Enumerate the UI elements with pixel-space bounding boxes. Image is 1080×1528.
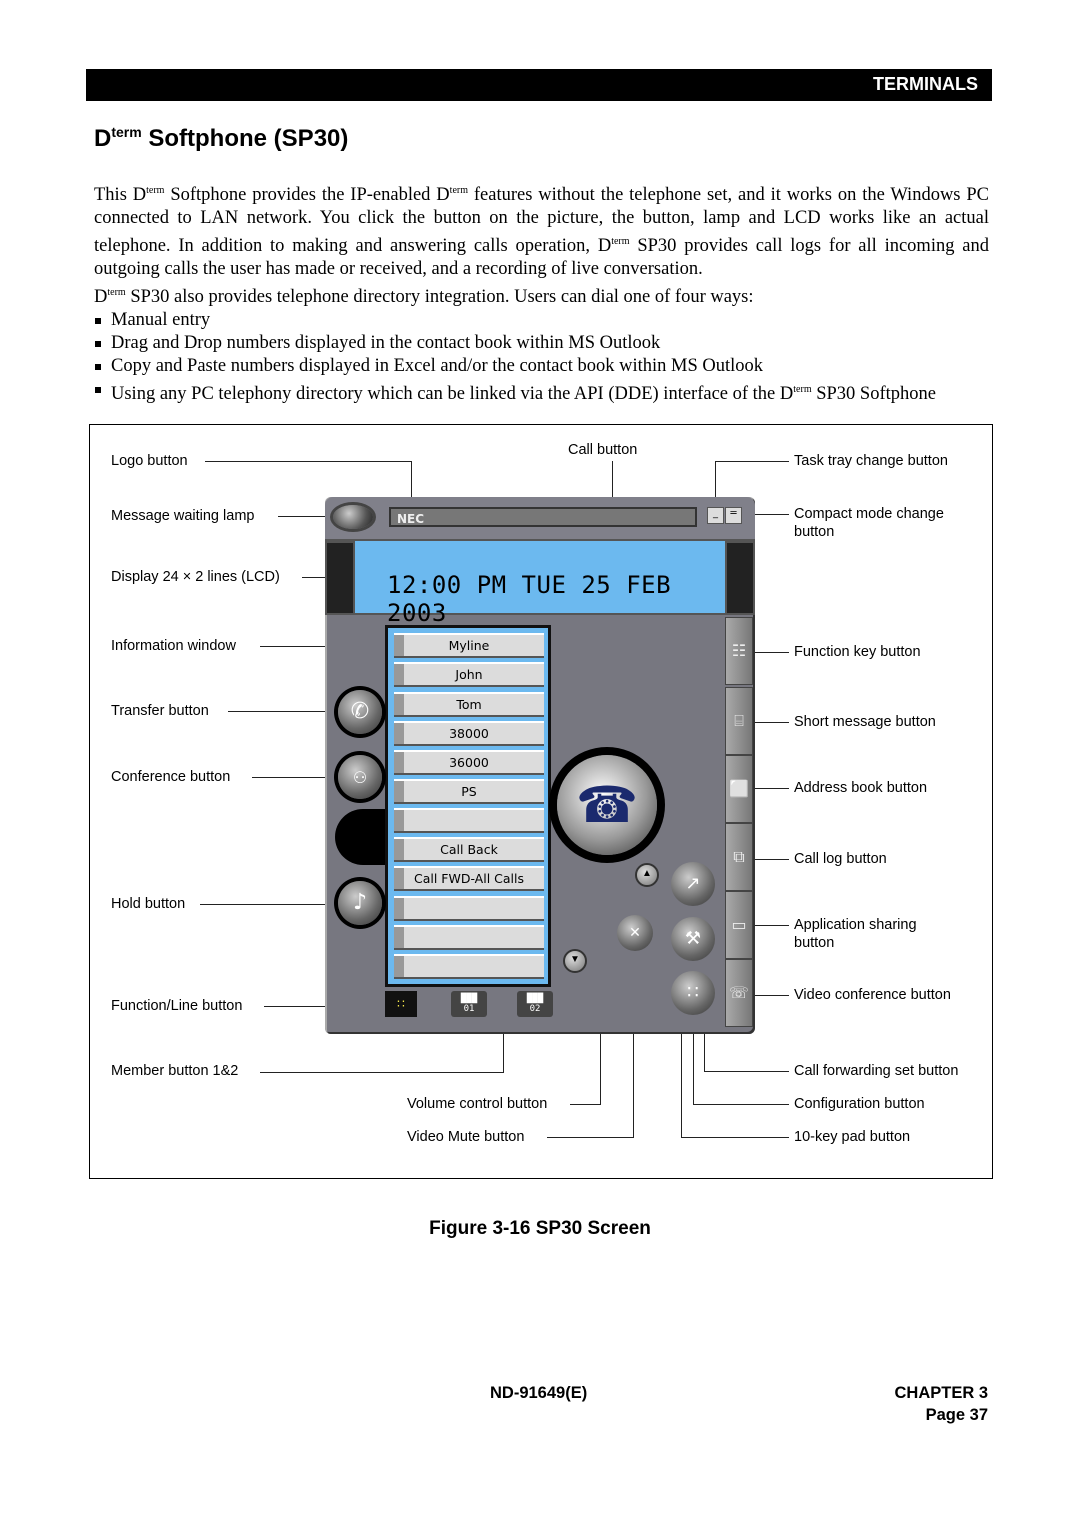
conference-button[interactable]: ⚇ bbox=[338, 755, 382, 799]
video-mute-button[interactable]: ✕ bbox=[617, 915, 653, 951]
function-key-button[interactable]: ☷ bbox=[725, 617, 753, 685]
line-key[interactable]: Call FWD-All Calls bbox=[394, 866, 544, 891]
configuration-button[interactable]: ⚒ bbox=[671, 917, 715, 961]
callout-member-button: Member button 1&2 bbox=[111, 1063, 239, 1079]
dial-methods-list: Manual entry Drag and Drop numbers displ… bbox=[94, 309, 989, 406]
task-tray-change-button[interactable]: _ bbox=[707, 507, 724, 524]
lcd-display: 12:00 PM TUE 25 FEB 2003 bbox=[355, 541, 725, 627]
page-title: Dterm Softphone (SP30) bbox=[94, 124, 349, 152]
telephone-icon: ☎ bbox=[575, 777, 639, 833]
line-key[interactable]: 38000 bbox=[394, 721, 544, 746]
video-conference-icon: ☏ bbox=[728, 983, 749, 1002]
document-icon: ⌸ bbox=[734, 711, 744, 730]
callout-call-forwarding-set: Call forwarding set button bbox=[794, 1063, 959, 1079]
function-line-button[interactable]: ∷ bbox=[385, 991, 417, 1017]
callout-short-message: Short message button bbox=[794, 714, 936, 730]
forward-arrow-icon: ↗ bbox=[685, 873, 701, 894]
call-forwarding-set-button[interactable]: ↗ bbox=[671, 862, 715, 906]
list-item: Drag and Drop numbers displayed in the c… bbox=[94, 332, 989, 355]
people-icon: ⚇ bbox=[352, 768, 368, 787]
chapter-label: CHAPTER 3 bbox=[894, 1384, 988, 1402]
callout-video-mute: Video Mute button bbox=[407, 1129, 525, 1145]
lcd-frame: 12:00 PM TUE 25 FEB 2003 bbox=[325, 539, 755, 627]
section-header-bar: TERMINALS bbox=[86, 69, 992, 101]
callout-video-conference: Video conference button bbox=[794, 987, 951, 1003]
figure-caption: Figure 3-16 SP30 Screen bbox=[429, 1218, 651, 1239]
line-key[interactable]: 36000 bbox=[394, 750, 544, 775]
volume-up-button[interactable]: ▲ bbox=[635, 863, 659, 887]
line-key[interactable]: John bbox=[394, 662, 544, 687]
callout-10-key-pad: 10-key pad button bbox=[794, 1129, 911, 1145]
line-key[interactable] bbox=[394, 808, 544, 833]
empty-slot bbox=[335, 809, 385, 865]
line-key[interactable]: PS bbox=[394, 779, 544, 804]
callout-volume-control: Volume control button bbox=[407, 1096, 548, 1112]
callout-address-book: Address book button bbox=[794, 780, 928, 796]
callout-conference-button: Conference button bbox=[111, 769, 231, 785]
video-conference-button[interactable]: ☏ bbox=[725, 959, 753, 1027]
callout-hold-button: Hold button bbox=[111, 896, 186, 912]
monitor-icon: ▭ bbox=[731, 915, 747, 934]
callout-compact-mode-change: Compact mode change button bbox=[794, 506, 944, 540]
short-message-button[interactable]: ⌸ bbox=[725, 687, 753, 755]
callout-configuration: Configuration button bbox=[794, 1096, 925, 1112]
line-key[interactable]: Tom bbox=[394, 692, 544, 717]
callout-function-line-button: Function/Line button bbox=[111, 998, 243, 1014]
dots-icon: ∷ bbox=[397, 997, 405, 1011]
sp30-softphone: NEC _ ═ 12:00 PM TUE 25 FEB 2003 Myline … bbox=[325, 497, 755, 1034]
member-button-1[interactable]: ███ 01 bbox=[451, 991, 487, 1017]
list-item: Manual entry bbox=[94, 309, 989, 332]
callout-call-button: Call button bbox=[568, 442, 638, 458]
transfer-button[interactable]: ✆ bbox=[338, 690, 382, 734]
call-log-button[interactable]: ⧉ bbox=[725, 823, 753, 891]
callout-display: Display 24 × 2 lines (LCD) bbox=[111, 569, 280, 585]
callout-message-waiting-lamp: Message waiting lamp bbox=[111, 508, 255, 524]
document-number: ND-91649(E) bbox=[490, 1384, 588, 1402]
information-window: Myline John Tom 38000 36000 PS Call Back… bbox=[385, 625, 551, 987]
line-key[interactable] bbox=[394, 954, 544, 979]
page-number: Page 37 bbox=[925, 1406, 988, 1424]
callout-function-key: Function key button bbox=[794, 644, 921, 660]
10-key-pad-button[interactable]: ∷ bbox=[671, 971, 715, 1015]
book-icon: ⬜ bbox=[729, 779, 749, 798]
line-key[interactable]: Call Back bbox=[394, 837, 544, 862]
list-item: Using any PC telephony directory which c… bbox=[94, 378, 989, 406]
line-key[interactable] bbox=[394, 925, 544, 950]
logo-button[interactable]: NEC bbox=[389, 507, 697, 527]
callout-transfer-button: Transfer button bbox=[111, 703, 209, 719]
volume-down-button[interactable]: ▼ bbox=[563, 949, 587, 973]
wrench-icon: ⚒ bbox=[684, 928, 702, 949]
address-book-button[interactable]: ⬜ bbox=[725, 755, 753, 823]
callout-logo-button: Logo button bbox=[111, 453, 188, 469]
video-mute-icon: ✕ bbox=[629, 925, 641, 941]
list-item: Copy and Paste numbers displayed in Exce… bbox=[94, 355, 989, 378]
message-waiting-lamp[interactable] bbox=[333, 505, 373, 529]
line-key[interactable]: Myline bbox=[394, 633, 544, 658]
callout-information-window: Information window bbox=[111, 638, 236, 654]
function-key-icon: ☷ bbox=[731, 641, 747, 660]
callout-application-sharing: Application sharing button bbox=[794, 917, 917, 951]
application-sharing-button[interactable]: ▭ bbox=[725, 891, 753, 959]
section-title: TERMINALS bbox=[873, 74, 978, 94]
hold-button[interactable]: ♪ bbox=[338, 881, 382, 925]
member-button-2[interactable]: ███ 02 bbox=[517, 991, 553, 1017]
body-text: This Dterm Softphone provides the IP-ena… bbox=[94, 179, 989, 406]
callout-call-log: Call log button bbox=[794, 851, 887, 867]
intro-paragraph: This Dterm Softphone provides the IP-ena… bbox=[94, 185, 989, 279]
callout-task-tray-change: Task tray change button bbox=[794, 453, 948, 469]
compact-mode-change-button[interactable]: ═ bbox=[725, 507, 742, 524]
music-note-icon: ♪ bbox=[352, 890, 368, 915]
keypad-icon: ∷ bbox=[687, 982, 699, 1003]
handset-icon: ✆ bbox=[350, 699, 370, 724]
directory-paragraph: Dterm SP30 also provides telephone direc… bbox=[94, 287, 754, 307]
call-log-icon: ⧉ bbox=[733, 847, 745, 866]
title-bar: NEC _ ═ bbox=[325, 497, 755, 539]
line-key[interactable] bbox=[394, 896, 544, 921]
call-button[interactable]: ☎ bbox=[557, 755, 657, 855]
